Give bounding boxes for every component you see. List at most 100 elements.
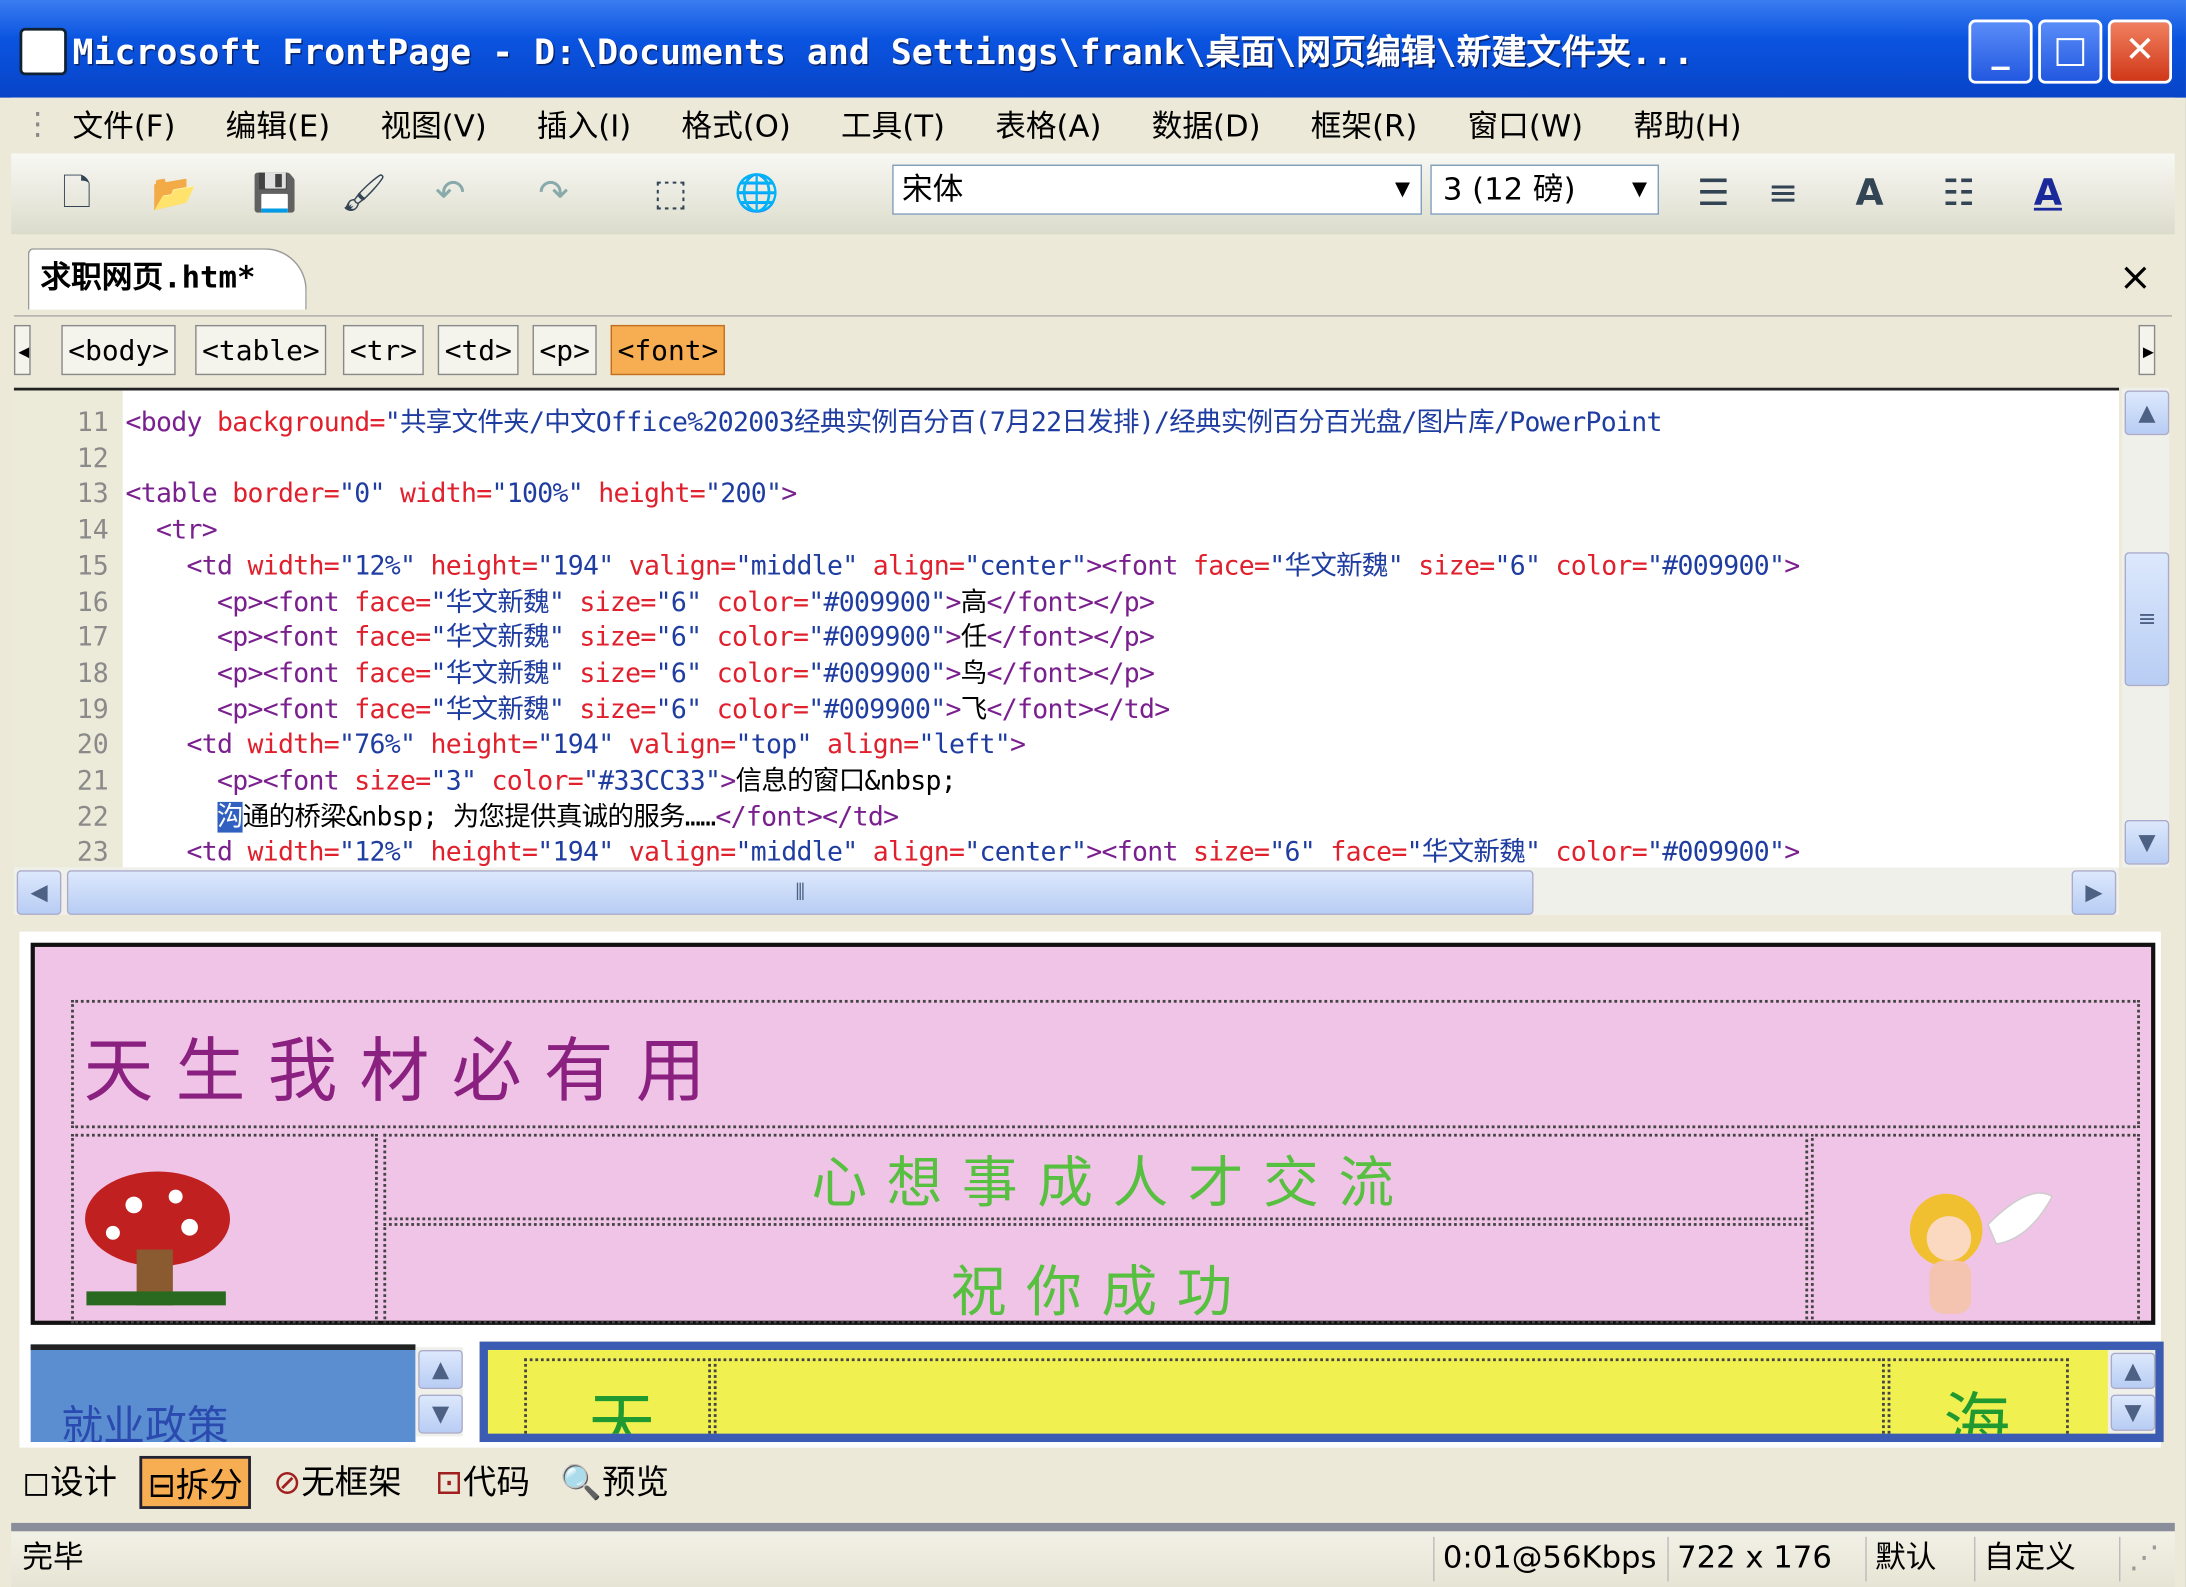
save-icon[interactable]: 💾 — [251, 170, 298, 217]
menu-data[interactable]: 数据(D) — [1152, 102, 1261, 147]
left-navigation-frame[interactable]: 就业政策 — [30, 1344, 416, 1443]
scroll-down-button[interactable]: ▼ — [2124, 820, 2170, 865]
scroll-left-button[interactable]: ◀ — [16, 870, 62, 915]
tag-scroll-left[interactable]: ◂ — [13, 324, 32, 376]
grow-font-icon[interactable]: A — [1846, 170, 1893, 217]
tag-tr[interactable]: <tr> — [342, 324, 425, 376]
scroll-up-button[interactable]: ▲ — [2124, 390, 2170, 436]
horizontal-scrollbar[interactable]: ◀ ⦀ ▶ — [13, 867, 2120, 915]
justify-icon[interactable]: ≡ — [1759, 170, 1806, 217]
menu-format[interactable]: 格式(O) — [681, 102, 790, 147]
code-tag: ><font — [1086, 550, 1194, 582]
vertical-scrollbar[interactable]: ▲ ≡ ▼ — [2121, 387, 2170, 868]
code-value: "#009900" — [1647, 837, 1785, 868]
code-value: "华文新魏" — [430, 658, 580, 689]
code-attribute: face= — [354, 586, 431, 618]
scroll-up-button[interactable]: ▲ — [418, 1349, 463, 1390]
tab-split[interactable]: ⊟拆分 — [139, 1455, 252, 1509]
code-tag: > — [945, 658, 961, 689]
tab-preview[interactable]: 🔍预览 — [560, 1456, 669, 1509]
nav-link-employment-policy[interactable]: 就业政策 — [61, 1392, 228, 1442]
tag-td[interactable]: <td> — [437, 324, 519, 376]
frontpage-app-icon[interactable] — [19, 27, 67, 76]
code-line[interactable]: <p><font face="华文新魏" size="6" color="#00… — [125, 691, 1170, 727]
left-frame-scrollbar[interactable]: ▲ ▼ — [415, 1347, 463, 1437]
yellow-right-text: 海 — [1943, 1386, 2030, 1443]
menu-tools[interactable]: 工具(T) — [841, 102, 945, 147]
code-line[interactable]: <p><font face="华文新魏" size="6" color="#00… — [125, 655, 1155, 691]
align-center-icon[interactable]: ☰ — [1690, 170, 1737, 217]
code-tag: <td — [125, 729, 248, 761]
code-line[interactable]: <td width="12%" height="194" valign="mid… — [125, 835, 1800, 871]
scroll-up-button[interactable]: ▲ — [2110, 1352, 2156, 1390]
code-attribute: color= — [716, 622, 809, 653]
tab-design[interactable]: ◻设计 — [22, 1456, 117, 1509]
font-name-select[interactable]: 宋体 ▼ — [892, 164, 1422, 215]
menu-insert[interactable]: 插入(I) — [537, 102, 631, 147]
new-icon[interactable]: 🗋 — [53, 170, 100, 217]
tag-table[interactable]: <table> — [195, 324, 327, 376]
mode-default[interactable]: 默认 — [1865, 1536, 1936, 1582]
code-tag: ><font — [1086, 837, 1194, 868]
scroll-down-button[interactable]: ▼ — [418, 1394, 463, 1434]
code-line[interactable]: <tr> — [125, 512, 218, 548]
code-editor[interactable]: 11 <body background="共享文件夹/中文Office%20200… — [13, 387, 2120, 871]
menu-edit[interactable]: 编辑(E) — [226, 102, 331, 147]
tab-code[interactable]: ⊡代码 — [435, 1456, 530, 1509]
code-line[interactable]: 沟通的桥梁&nbsp; 为您提供真诚的服务……</font></td> — [125, 799, 899, 835]
mode-custom[interactable]: 自定义 — [1974, 1536, 2076, 1582]
tab-label: 无框架 — [301, 1462, 402, 1502]
tag-body[interactable]: <body> — [61, 324, 177, 376]
code-attribute: size= — [579, 693, 656, 725]
font-color-icon[interactable]: A — [2024, 170, 2071, 217]
tag-font[interactable]: <font> — [610, 324, 726, 376]
list-icon[interactable]: ☷ — [1935, 170, 1982, 217]
open-icon[interactable]: 📂 — [151, 170, 198, 217]
line-number: 17 — [76, 622, 109, 653]
resize-grip[interactable]: ⋰ — [2119, 1536, 2159, 1582]
scroll-right-button[interactable]: ▶ — [2071, 870, 2117, 915]
tag-scroll-right[interactable]: ▸ — [2138, 324, 2157, 376]
menu-help[interactable]: 帮助(H) — [1633, 102, 1741, 147]
undo-icon[interactable]: ↶ — [427, 170, 474, 217]
code-value: "6" — [655, 586, 717, 618]
scroll-down-button[interactable]: ▼ — [2110, 1394, 2156, 1431]
tag-p[interactable]: <p> — [532, 324, 597, 376]
code-line[interactable]: <table border="0" width="100%" height="2… — [125, 476, 797, 512]
code-line[interactable]: <p><font size="3" color="#33CC33">信息的窗口&… — [125, 763, 957, 799]
main-content-frame[interactable]: 天 海 ▲ ▼ — [479, 1341, 2164, 1443]
scroll-thumb[interactable]: ⦀ — [66, 870, 1534, 915]
grip-handle[interactable]: ⋮ — [22, 107, 53, 142]
document-tab[interactable]: 求职网页.htm* — [27, 248, 307, 310]
page-dimensions[interactable]: 722 x 176 — [1667, 1536, 1832, 1582]
menu-view[interactable]: 视图(V) — [380, 102, 486, 147]
code-line[interactable]: <p><font face="华文新魏" size="6" color="#00… — [125, 584, 1155, 620]
minimize-button[interactable]: _ — [1968, 19, 2033, 84]
code-tag: > — [781, 478, 797, 510]
redo-icon[interactable]: ↷ — [530, 170, 577, 217]
code-line[interactable]: <p><font face="华文新魏" size="6" color="#00… — [125, 619, 1155, 655]
download-time[interactable]: 0:01@56Kbps — [1433, 1536, 1656, 1582]
code-value: "#009900" — [808, 658, 946, 689]
code-line[interactable]: <td width="12%" height="194" valign="mid… — [125, 548, 1800, 584]
maximize-button[interactable]: □ — [2038, 19, 2103, 84]
code-value: "华文新魏" — [430, 622, 580, 653]
close-button[interactable]: ✕ — [2107, 19, 2173, 84]
scroll-thumb[interactable]: ≡ — [2124, 552, 2170, 687]
tab-no-frames[interactable]: ⊘无框架 — [273, 1456, 401, 1509]
font-size-select[interactable]: 3 (12 磅) ▼ — [1430, 164, 1659, 215]
web-icon[interactable]: 🌐 — [733, 170, 780, 217]
format-painter-icon[interactable]: 🖌 — [340, 170, 387, 217]
frame-icon[interactable]: ⬚ — [647, 170, 694, 217]
menu-window[interactable]: 窗口(W) — [1468, 102, 1584, 147]
code-line[interactable]: <td width="76%" height="194" valign="top… — [125, 727, 1026, 763]
menu-file[interactable]: 文件(F) — [72, 102, 175, 147]
code-line[interactable]: <body background="共享文件夹/中文Office%202003经… — [125, 404, 1662, 440]
chevron-down-icon[interactable]: ▼ — [1387, 169, 1418, 211]
close-document-icon[interactable]: × — [2119, 254, 2152, 300]
menu-frames[interactable]: 框架(R) — [1311, 102, 1418, 147]
menu-table[interactable]: 表格(A) — [995, 102, 1101, 147]
chevron-down-icon[interactable]: ▼ — [1624, 169, 1655, 211]
main-frame-scrollbar[interactable]: ▲ ▼ — [2107, 1349, 2156, 1434]
code-value: "华文新魏" — [1406, 837, 1556, 868]
